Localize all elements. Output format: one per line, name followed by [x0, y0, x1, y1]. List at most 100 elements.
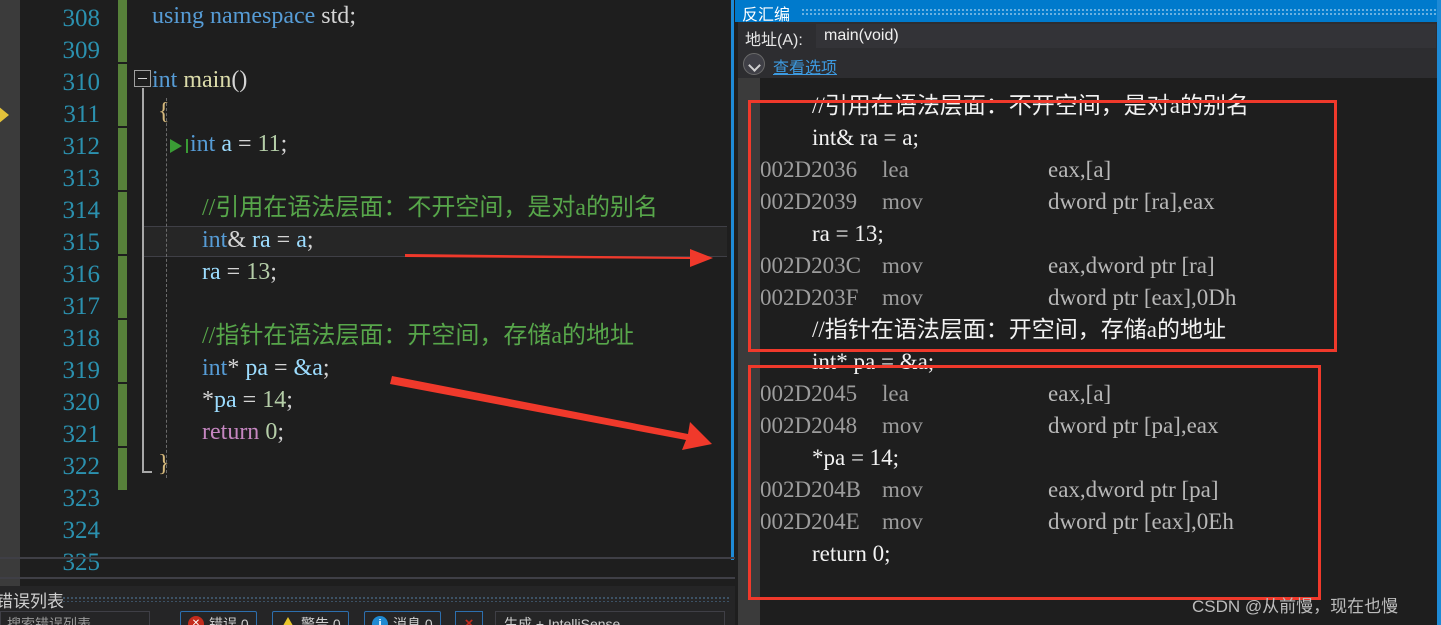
- error-icon: [188, 616, 204, 625]
- instruction-mnemonic: lea: [882, 157, 909, 182]
- disassembly-instruction-row[interactable]: 002D204E mov dword ptr [eax],0Eh: [760, 506, 1441, 538]
- instruction-operands: eax,[a]: [1048, 157, 1112, 182]
- disassembly-code-area[interactable]: //引用在语法层面：不开空间，是对a的别名 int& ra = a; 002D203…: [760, 78, 1441, 625]
- line-number: 318: [62, 325, 101, 352]
- code-token: *: [202, 387, 214, 413]
- code-token: =: [268, 355, 294, 381]
- code-token: using: [152, 3, 205, 29]
- code-token: //指针在语法层面：开空间，存储a的地址: [202, 323, 634, 349]
- instruction-address: 002D203F: [760, 285, 859, 310]
- info-icon: [372, 616, 388, 625]
- messages-filter-label: 消息 0: [393, 616, 433, 625]
- code-token: namespace: [210, 3, 316, 29]
- error-list-tabstrip[interactable]: 错误列表: [0, 586, 735, 611]
- editor-indicator-margin[interactable]: [0, 0, 20, 590]
- disassembly-source-line[interactable]: int& ra = a;: [812, 122, 919, 154]
- disassembly-titlebar[interactable]: 反汇编: [735, 0, 1441, 24]
- change-tracking-bar: [118, 0, 127, 490]
- disassembly-source-line[interactable]: ra = 13;: [812, 218, 884, 250]
- disassembly-instruction-row[interactable]: 002D2039 mov dword ptr [ra],eax: [760, 186, 1441, 218]
- editor-splitter-bottom[interactable]: [0, 577, 735, 579]
- code-token: int: [152, 67, 178, 93]
- tabstrip-dotted-fill: [62, 596, 729, 602]
- build-scope-dropdown[interactable]: 生成 + IntelliSense: [495, 611, 725, 625]
- code-token: int: [202, 355, 228, 381]
- code-line[interactable]: [130, 512, 735, 544]
- instruction-operands: eax,[a]: [1048, 381, 1112, 406]
- error-list-toolbar[interactable]: 搜索错误列表 错误 0 警告 0 消息 0 × 生成 + IntelliSens…: [0, 610, 735, 625]
- line-number: 323: [62, 485, 101, 512]
- instruction-operands: eax,dword ptr [pa]: [1048, 477, 1219, 502]
- code-token: main: [183, 67, 232, 93]
- line-number: 310: [62, 69, 101, 96]
- instruction-address: 002D2036: [760, 157, 858, 182]
- code-token: ;: [349, 3, 356, 29]
- line-number: 325: [62, 549, 101, 576]
- csdn-watermark: CSDN @从前慢，现在也慢: [1192, 597, 1399, 616]
- code-line[interactable]: //引用在语法层面：不开空间，是对a的别名: [130, 192, 735, 224]
- code-line[interactable]: int main(): [130, 64, 735, 96]
- disassembly-instruction-row[interactable]: 002D204B mov eax,dword ptr [pa]: [760, 474, 1441, 506]
- line-number: 311: [63, 101, 100, 128]
- code-token: return: [202, 419, 260, 445]
- code-token: ;: [280, 131, 288, 157]
- disassembly-instruction-row[interactable]: 002D2048 mov dword ptr [pa],eax: [760, 410, 1441, 442]
- error-list-search-input[interactable]: 搜索错误列表: [0, 611, 150, 625]
- errors-filter-button[interactable]: 错误 0: [180, 611, 257, 625]
- address-label: 地址(A):: [745, 32, 803, 49]
- code-line[interactable]: [130, 544, 735, 576]
- line-number: 324: [62, 517, 101, 544]
- disassembly-instruction-row[interactable]: 002D203C mov eax,dword ptr [ra]: [760, 250, 1441, 282]
- messages-filter-button[interactable]: 消息 0: [364, 611, 441, 625]
- execution-pointer-icon: [0, 106, 9, 124]
- code-token: }: [158, 451, 170, 477]
- view-options-link[interactable]: 查看选项: [773, 54, 837, 78]
- warnings-filter-button[interactable]: 警告 0: [272, 611, 349, 625]
- address-input[interactable]: main(void): [816, 24, 1436, 48]
- disassembly-source-line[interactable]: *pa = 14;: [812, 442, 899, 474]
- code-token: ;: [306, 227, 314, 253]
- clear-filter-button[interactable]: ×: [455, 611, 483, 625]
- line-number: 309: [62, 37, 101, 64]
- code-token: (): [231, 67, 248, 93]
- disassembly-source-line[interactable]: return 0;: [812, 538, 891, 570]
- code-token: *: [227, 355, 246, 381]
- error-list-title: 错误列表: [0, 592, 64, 611]
- instruction-mnemonic: mov: [882, 285, 923, 310]
- code-line[interactable]: int a = 11;: [130, 128, 735, 160]
- line-number: 319: [62, 357, 101, 384]
- disassembly-instruction-row[interactable]: 002D2036 lea eax,[a]: [760, 154, 1441, 186]
- code-line[interactable]: [130, 160, 735, 192]
- chevron-down-icon[interactable]: [743, 53, 765, 75]
- code-line[interactable]: [130, 480, 735, 512]
- instruction-operands: dword ptr [eax],0Eh: [1048, 509, 1234, 534]
- code-line[interactable]: [130, 32, 735, 64]
- disassembly-source-line[interactable]: int* pa = &a;: [812, 346, 934, 378]
- view-options-row[interactable]: 查看选项: [738, 50, 1441, 78]
- line-number: 308: [62, 5, 101, 32]
- code-line[interactable]: [130, 288, 735, 320]
- line-number: 320: [62, 389, 101, 416]
- editor-pane-accent-border: [731, 0, 734, 560]
- line-number: 312: [62, 133, 101, 160]
- code-text-area[interactable]: using namespace std; int main() {int a = 1…: [130, 0, 735, 590]
- disassembly-source-line[interactable]: //指针在语法层面：开空间，存储a的地址: [812, 314, 1226, 346]
- line-number: 317: [62, 293, 101, 320]
- code-line[interactable]: using namespace std;: [130, 0, 735, 32]
- disassembly-source-line[interactable]: //引用在语法层面：不开空间，是对a的别名: [812, 90, 1249, 122]
- code-token: //引用在语法层面：不开空间，是对a的别名: [202, 195, 658, 221]
- disassembly-instruction-row[interactable]: 002D203F mov dword ptr [eax],0Dh: [760, 282, 1441, 314]
- instruction-address: 002D2045: [760, 381, 858, 406]
- line-number: 315: [62, 229, 101, 256]
- code-line[interactable]: //指针在语法层面：开空间，存储a的地址: [130, 320, 735, 352]
- instruction-mnemonic: mov: [882, 477, 923, 502]
- red-arrow-reference-icon: [405, 249, 713, 267]
- code-line[interactable]: {: [130, 96, 735, 128]
- code-editor-pane[interactable]: 308 309 310 311 312 313 314 315 316 317 318 319 320 3…: [0, 0, 735, 590]
- address-row: 地址(A): main(void): [738, 22, 1441, 50]
- disassembly-indicator-margin[interactable]: [738, 78, 760, 625]
- instruction-mnemonic: mov: [882, 253, 923, 278]
- instruction-address: 002D2039: [760, 189, 858, 214]
- disassembly-instruction-row[interactable]: 002D2045 lea eax,[a]: [760, 378, 1441, 410]
- editor-splitter-top[interactable]: [0, 557, 735, 559]
